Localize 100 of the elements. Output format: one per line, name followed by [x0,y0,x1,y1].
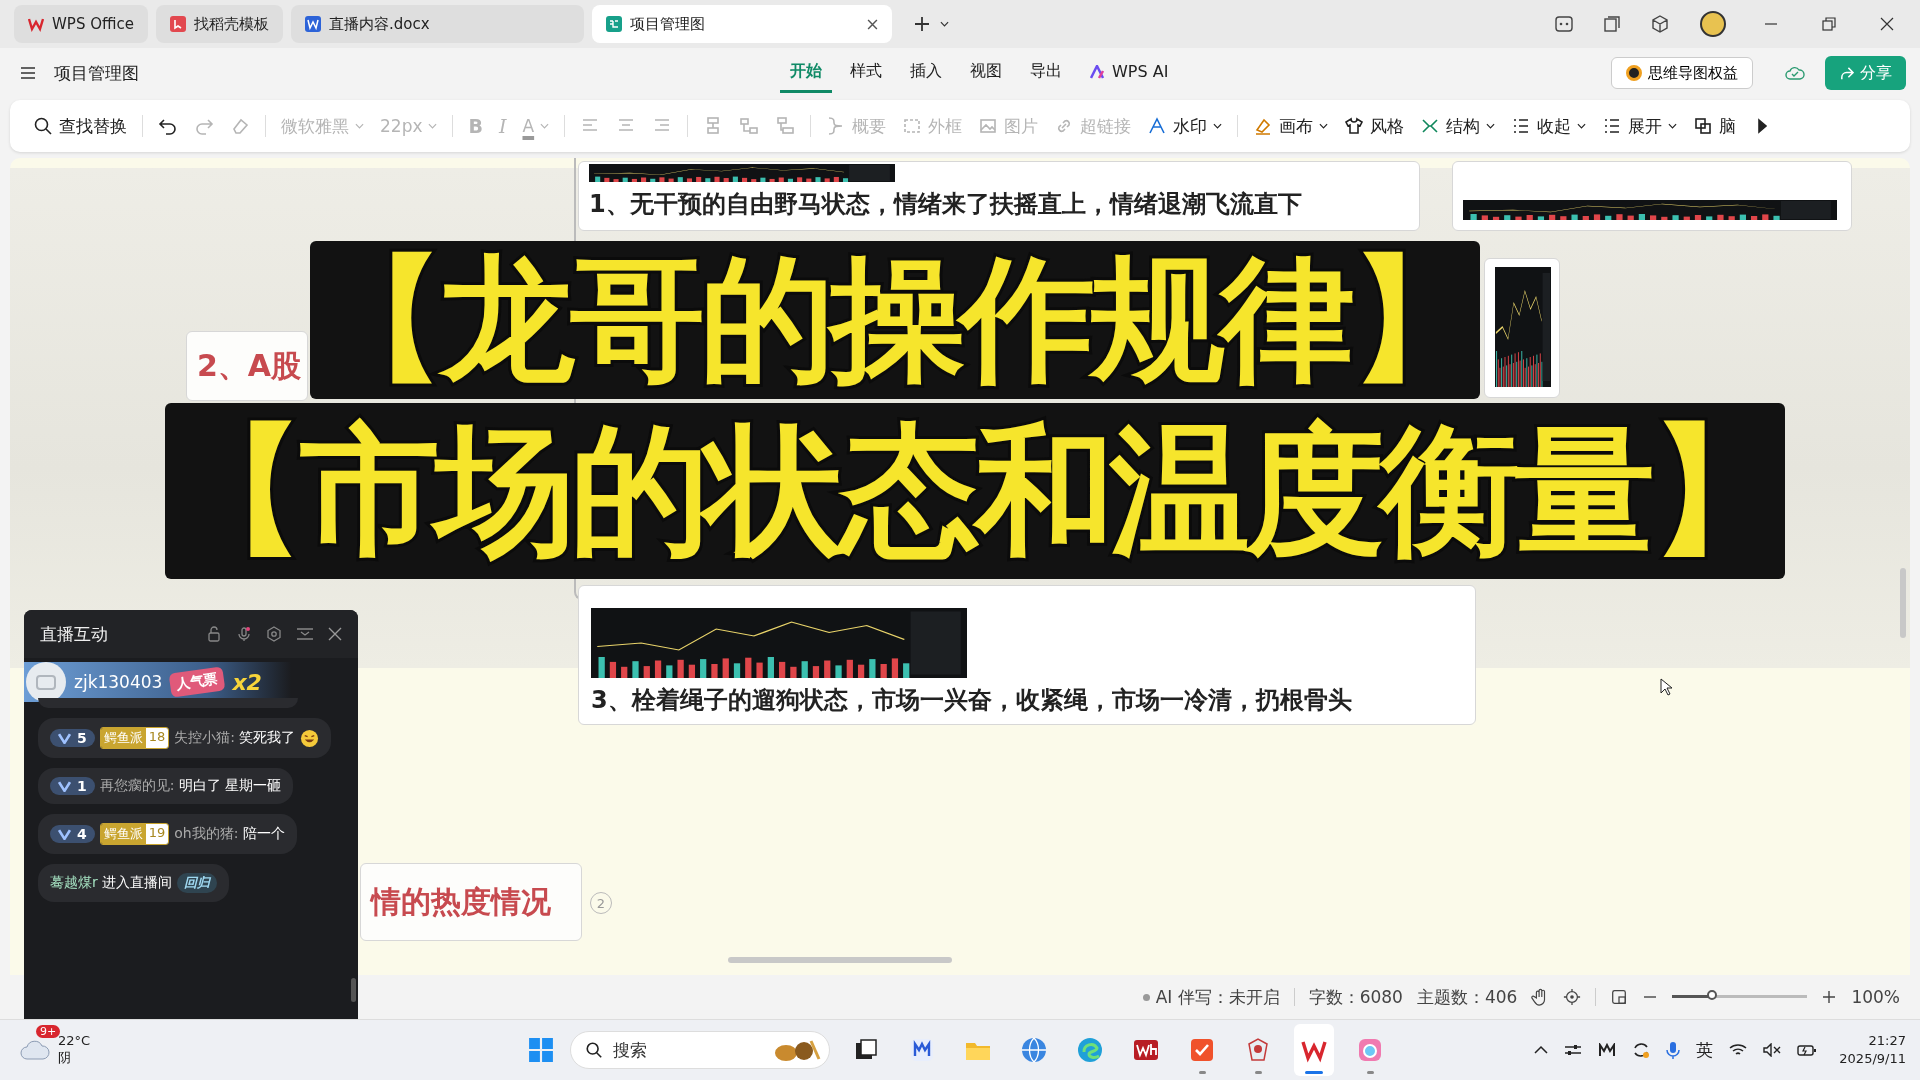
sync-icon[interactable] [1632,1041,1651,1059]
document-tab[interactable]: 项目管理图 [591,5,892,43]
windows-icon[interactable] [1602,14,1622,34]
scrollbar[interactable] [351,978,356,1002]
level-badge: 1 [50,777,95,795]
canvas-button[interactable]: 画布 [1248,110,1334,142]
watermark-button[interactable]: 水印 [1142,110,1228,142]
ribbon-tab[interactable]: 开始 [780,53,832,93]
settings-icon[interactable] [266,626,282,642]
document-title: 项目管理图 [54,61,139,85]
add-tab-icon[interactable] [913,16,930,32]
ribbon-tab[interactable]: 导出 [1020,53,1072,93]
clock-time[interactable]: 21:27 [1868,1032,1906,1050]
document-tab[interactable]: WPS Office [14,5,148,43]
level-badge: 4 [50,825,95,843]
menu-icon[interactable] [20,66,36,80]
ribbon-tab[interactable]: 视图 [960,53,1012,93]
avatar-icon [26,662,66,702]
share-icon [1839,65,1854,81]
document-tab[interactable]: 找稻壳模板 [155,5,283,43]
wps-app-icon[interactable] [1294,1024,1334,1076]
level-badge: 5 [50,729,95,747]
topic-node[interactable]: 情的热度情况 [360,863,582,941]
start-icon[interactable] [528,1037,554,1063]
search-field[interactable]: 搜索 [570,1031,830,1069]
status-dot [1142,993,1150,1001]
template-icon [169,16,186,32]
style-button[interactable]: 风格 [1339,110,1410,142]
microphone-icon[interactable] [1666,1041,1681,1059]
close-icon[interactable] [328,627,342,641]
close-icon[interactable] [1880,17,1894,31]
cube-icon[interactable] [1650,14,1670,34]
topic-text: 2、A股 [197,346,302,385]
scrollbar[interactable] [1900,568,1906,638]
panel-title: 直播互动 [40,622,109,646]
gift-sticker: 人气票 [169,666,226,698]
topic-count: 主题数：406 [1416,985,1518,1009]
redo-icon [194,116,214,136]
benefits-button[interactable]: 思维导图权益 [1611,57,1753,89]
caret-icon [540,123,550,129]
ribbon-tab[interactable]: 插入 [900,53,952,93]
temperature: 22°C [58,1033,91,1050]
image-icon [978,116,999,136]
brain-button[interactable]: 脑 [1688,110,1742,142]
sliders-icon[interactable] [1564,1043,1583,1057]
frame-icon [902,116,923,136]
undo-icon [158,116,178,136]
subtopic-icon [739,116,760,136]
lock-icon[interactable] [206,626,222,642]
search-icon [33,116,53,136]
message-text: 失控小猫: 笑死我了 [174,729,296,747]
caret-icon [428,123,438,129]
topic-node[interactable] [1452,161,1852,231]
expand-button[interactable]: 展开 [1597,110,1683,142]
topic-node[interactable] [1484,258,1560,398]
topic-node[interactable]: 3、栓着绳子的遛狗状态，市场一兴奋，收紧绳，市场一冷清，扔根骨头 [578,585,1476,725]
overlay-title: 【龙哥的操作规律】 [310,241,1480,399]
clock-date[interactable]: 2025/9/11 [1839,1050,1906,1068]
caret-icon[interactable] [939,21,949,27]
m-logo-icon[interactable] [1598,1043,1617,1057]
zoom-in-icon[interactable] [1821,989,1838,1005]
overlay-title: 【市场的状态和温度衡量】 [165,403,1785,579]
fan-medal: 鳄鱼派 18 [99,727,170,749]
locate-icon[interactable] [1563,988,1582,1006]
scrollbar[interactable] [728,957,952,963]
close-icon[interactable] [866,18,878,30]
chevron-up-icon[interactable] [1534,1045,1549,1055]
document-tab[interactable]: 直播内容.docx [290,5,584,43]
topic-text: 3、栓着绳子的遛狗状态，市场一兴奋，收紧绳，市场一冷清，扔根骨头 [591,685,1352,716]
search-icon [585,1041,603,1059]
message-text: 蓦越煤r 进入直播间 [50,874,173,892]
cloud-icon[interactable] [1785,65,1805,81]
microphone-icon[interactable] [236,626,252,642]
topic-node[interactable]: 1、无干预的自由野马状态，情绪来了扶摇直上，情绪退潮飞流直下 [578,161,1420,231]
topic-text: 1、无干预的自由野马状态，情绪来了扶摇直上，情绪退潮飞流直下 [589,189,1302,220]
ribbon-tab[interactable]: WPS AI [1080,54,1179,92]
restore-icon[interactable] [1822,17,1836,31]
gift-count: x2 [232,669,262,695]
watermark-icon [1147,116,1168,136]
ribbon-tab[interactable]: 样式 [840,53,892,93]
message-text: 再您瘸的见: 明白了 星期一砸 [99,777,282,795]
muted-speaker-icon[interactable] [1763,1043,1782,1057]
ai-status[interactable]: AI 伴写：未开启 [1155,985,1280,1009]
wifi-icon[interactable] [1729,1043,1748,1057]
cat-icon[interactable] [1554,14,1574,34]
layout-icon[interactable] [1610,988,1629,1006]
collapse-button[interactable]: 收起 [1506,110,1592,142]
battery-icon[interactable] [1797,1043,1818,1057]
topic-node[interactable]: 2、A股 [186,331,308,401]
word-count: 字数：6080 [1308,985,1403,1009]
ai-logo-icon [1090,64,1106,79]
structure-button[interactable]: 结构 [1415,110,1501,142]
search-button[interactable]: 查找替换 [28,110,132,142]
zoom-percentage[interactable]: 100% [1851,987,1900,1007]
compact-icon[interactable] [296,626,314,642]
input-method-indicator[interactable]: 英 [1696,1038,1714,1062]
avatar-icon[interactable] [1700,11,1726,37]
message-text: oh我的猪: 陪一个 [174,825,285,843]
username: zjk130403 [74,672,163,692]
style-icon [1344,116,1365,136]
